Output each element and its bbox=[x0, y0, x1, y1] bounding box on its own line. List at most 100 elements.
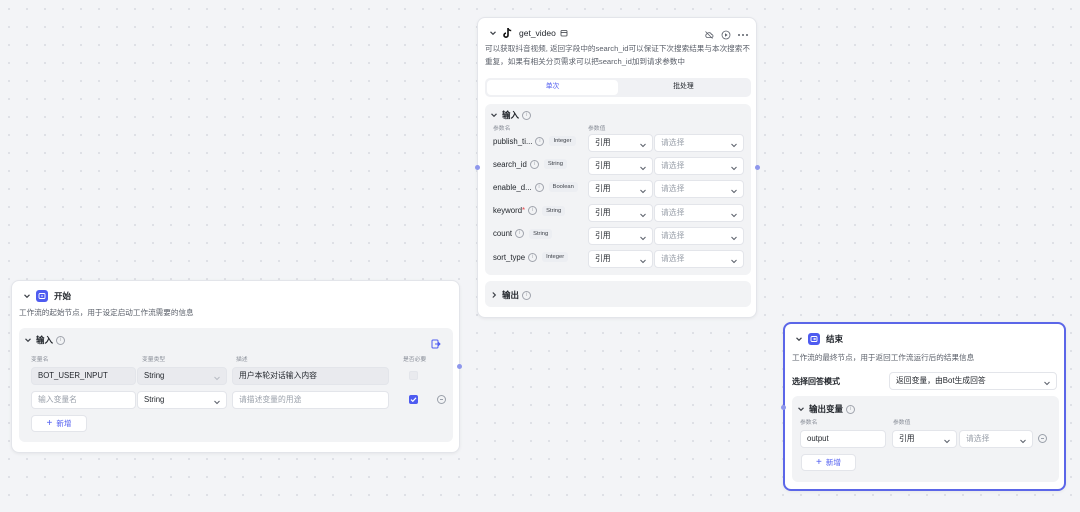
variable-name-input[interactable]: 输入变量名 bbox=[31, 391, 136, 409]
start-node-header: 开始 bbox=[22, 290, 71, 302]
add-output-button[interactable]: + 新增 bbox=[801, 454, 856, 471]
start-output-port[interactable] bbox=[457, 364, 462, 369]
param-name: keyword * i String bbox=[493, 205, 566, 216]
chevron-down-icon bbox=[730, 185, 738, 194]
chevron-down-icon bbox=[213, 372, 221, 381]
info-icon[interactable]: i bbox=[528, 252, 538, 262]
variable-type-value: String bbox=[144, 371, 165, 380]
chevron-right-icon[interactable] bbox=[489, 290, 499, 300]
variable-type-value: String bbox=[144, 395, 165, 404]
remove-row-icon[interactable] bbox=[1038, 434, 1047, 443]
param-value-placeholder: 请选择 bbox=[661, 138, 685, 147]
start-node[interactable]: 开始 工作流的起始节点，用于设定启动工作流需要的信息 输入 i 变量名 变量类型… bbox=[11, 280, 460, 453]
output-value-select[interactable]: 请选择 bbox=[959, 430, 1033, 448]
play-icon[interactable] bbox=[721, 27, 731, 40]
start-input-section-title: 输入 i bbox=[23, 334, 66, 346]
info-icon[interactable]: i bbox=[846, 404, 856, 414]
param-value-select[interactable]: 请选择 bbox=[654, 134, 744, 152]
param-type-tag: String bbox=[543, 159, 567, 170]
col-header-description: 描述 bbox=[236, 357, 248, 363]
param-mode-value: 引用 bbox=[595, 161, 611, 171]
info-icon[interactable]: i bbox=[56, 335, 66, 345]
remove-row-icon[interactable] bbox=[437, 395, 446, 404]
info-icon[interactable]: i bbox=[522, 290, 532, 300]
add-variable-button[interactable]: + 新增 bbox=[31, 415, 87, 432]
video-output-section[interactable]: 输出 i bbox=[485, 281, 751, 307]
param-mode-select[interactable]: 引用 bbox=[588, 226, 653, 245]
param-value-select[interactable]: 请选择 bbox=[654, 157, 744, 176]
answer-mode-select[interactable]: 返回变量，由Bot生成回答 bbox=[889, 372, 1057, 390]
param-mode-select[interactable]: 引用 bbox=[588, 157, 653, 176]
info-icon[interactable]: i bbox=[529, 159, 539, 169]
chevron-down-icon[interactable] bbox=[23, 335, 33, 345]
param-value-placeholder: 请选择 bbox=[661, 207, 685, 217]
end-node-title: 结束 bbox=[826, 334, 844, 344]
param-mode-value: 引用 bbox=[595, 207, 611, 217]
info-icon[interactable]: i bbox=[522, 110, 532, 120]
end-output-section: 输出变量 i 参数名 参数值 output 引用 请选择 + 新增 bbox=[792, 396, 1059, 482]
chevron-down-icon[interactable] bbox=[489, 110, 499, 120]
chevron-down-icon bbox=[730, 139, 738, 148]
param-value-select[interactable]: 请选择 bbox=[654, 203, 744, 222]
col-header-param-name: 参数名 bbox=[493, 126, 511, 132]
info-icon[interactable]: i bbox=[534, 182, 544, 192]
add-label: 新增 bbox=[56, 419, 72, 428]
export-icon[interactable] bbox=[431, 336, 441, 349]
chevron-down-icon[interactable] bbox=[22, 291, 32, 301]
param-name-text: enable_d... bbox=[493, 182, 532, 192]
info-icon[interactable]: i bbox=[535, 136, 545, 146]
variable-type-select[interactable]: String bbox=[137, 391, 227, 409]
param-value-select[interactable]: 请选择 bbox=[654, 250, 744, 268]
param-value-placeholder: 请选择 bbox=[661, 184, 685, 194]
variable-name-field[interactable]: BOT_USER_INPUT bbox=[31, 367, 136, 385]
param-name: sort_type i Integer bbox=[493, 252, 569, 262]
param-value-select[interactable]: 请选择 bbox=[654, 180, 744, 199]
info-icon[interactable]: i bbox=[528, 206, 538, 216]
param-value-placeholder: 请选择 bbox=[661, 230, 685, 240]
get-video-description: 可以获取抖音视频, 返回字段中的search_id可以保证下次搜索结果与本次搜索… bbox=[485, 44, 750, 66]
tab-single[interactable]: 单次 bbox=[487, 80, 618, 95]
tab-batch[interactable]: 批处理 bbox=[618, 80, 749, 95]
more-icon[interactable] bbox=[737, 27, 749, 37]
required-checkbox-checked[interactable] bbox=[409, 395, 418, 404]
chevron-down-icon bbox=[730, 232, 738, 241]
param-mode-value: 引用 bbox=[595, 138, 611, 147]
param-type-tag: Integer bbox=[542, 252, 569, 262]
video-output-section-title: 输出 i bbox=[489, 289, 532, 301]
calendar-icon bbox=[560, 29, 568, 37]
param-mode-select[interactable]: 引用 bbox=[588, 180, 653, 199]
variable-description-input[interactable]: 请描述变量的用途 bbox=[232, 391, 389, 409]
param-type-tag: String bbox=[542, 205, 566, 216]
chevron-down-icon[interactable] bbox=[794, 334, 804, 344]
output-value-placeholder: 请选择 bbox=[966, 434, 990, 443]
cloud-icon[interactable] bbox=[704, 27, 714, 39]
plus-icon: + bbox=[46, 417, 53, 429]
output-mode-select[interactable]: 引用 bbox=[892, 430, 957, 448]
param-mode-value: 引用 bbox=[595, 184, 611, 194]
chevron-down-icon[interactable] bbox=[796, 404, 806, 414]
chevron-down-icon[interactable] bbox=[488, 28, 498, 38]
output-name-field[interactable]: output bbox=[800, 430, 886, 448]
col-header-param-value: 参数值 bbox=[893, 420, 911, 426]
input-label: 输入 bbox=[502, 110, 520, 120]
get-video-output-port[interactable] bbox=[755, 165, 760, 170]
get-video-node[interactable]: get_video 可以获取抖音视频, 返回字段中的search_id可以保证下… bbox=[477, 17, 757, 318]
end-node[interactable]: 结束 工作流的最终节点，用于返回工作流运行后的结果信息 选择回答模式 返回变量，… bbox=[783, 322, 1066, 491]
param-mode-select[interactable]: 引用 bbox=[588, 134, 653, 152]
video-input-section: 输入 i 参数名 参数值 publish_ti... i Integer 引用 请选择 s… bbox=[485, 104, 751, 275]
get-video-header: get_video bbox=[488, 27, 568, 39]
param-mode-select[interactable]: 引用 bbox=[588, 203, 653, 222]
end-input-port[interactable] bbox=[781, 405, 786, 410]
param-value-select[interactable]: 请选择 bbox=[654, 226, 744, 245]
variable-type-select[interactable]: String bbox=[137, 367, 227, 385]
info-icon[interactable]: i bbox=[515, 229, 525, 239]
chevron-down-icon bbox=[639, 255, 647, 264]
param-name: enable_d... i Boolean bbox=[493, 182, 578, 193]
required-star: * bbox=[522, 206, 526, 216]
required-checkbox-disabled bbox=[409, 371, 418, 380]
end-node-header: 结束 bbox=[794, 333, 843, 345]
get-video-input-port[interactable] bbox=[475, 165, 480, 170]
param-mode-select[interactable]: 引用 bbox=[588, 250, 653, 268]
start-node-description: 工作流的起始节点，用于设定启动工作流需要的信息 bbox=[19, 308, 194, 317]
variable-description-field[interactable]: 用户本轮对话输入内容 bbox=[232, 367, 389, 385]
